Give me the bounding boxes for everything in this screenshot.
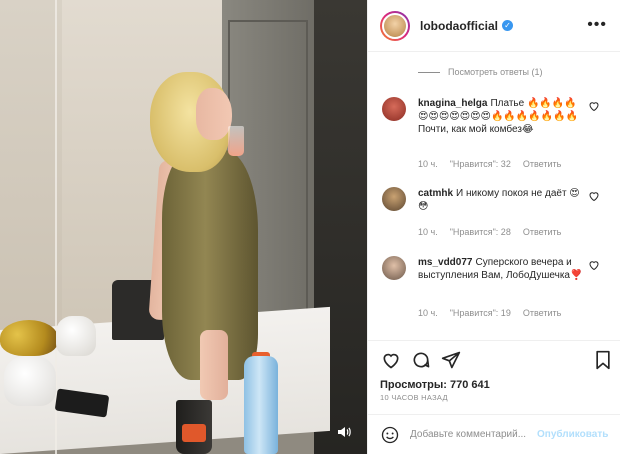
comment-body: catmhk И никому покоя не даёт 😍😳 — [418, 187, 586, 213]
comment-time: 10 ч. — [418, 227, 438, 237]
commenter-avatar[interactable] — [382, 187, 406, 211]
comment-username[interactable]: catmhk — [418, 188, 453, 199]
comment-meta: 10 ч. "Нравится": 32 Ответить — [418, 159, 561, 169]
views-count[interactable]: Просмотры: 770 641 — [380, 379, 490, 391]
share-icon[interactable] — [440, 349, 462, 371]
comment-likes[interactable]: "Нравится": 19 — [450, 308, 511, 318]
comment-likes[interactable]: "Нравится": 28 — [450, 227, 511, 237]
comment-reply-button[interactable]: Ответить — [523, 159, 561, 169]
drink-glass — [228, 126, 244, 156]
teapot — [4, 356, 56, 406]
comment-body: knagina_helga Платье 🔥🔥🔥🔥😍😍😍😍😍😍😍🔥🔥🔥🔥🔥🔥🔥По… — [418, 97, 586, 136]
comment-reply-button[interactable]: Ответить — [523, 308, 561, 318]
view-replies-link[interactable]: Посмотреть ответы (1) — [418, 67, 543, 77]
comment-reply-button[interactable]: Ответить — [523, 227, 561, 237]
heart-icon[interactable] — [380, 349, 402, 371]
volume-icon[interactable] — [333, 424, 355, 440]
comment-input[interactable] — [410, 429, 535, 440]
post-side-panel: lobodaofficial ✓ ••• Посмотреть ответы (… — [367, 0, 620, 454]
comment-like-heart-icon[interactable] — [588, 258, 600, 271]
publish-button[interactable]: Опубликовать — [537, 429, 608, 440]
commenter-avatar[interactable] — [382, 256, 406, 280]
post-actions: Просмотры: 770 641 — [368, 340, 620, 400]
commenter-avatar[interactable] — [382, 97, 406, 121]
comment-time: 10 ч. — [418, 308, 438, 318]
comment-likes[interactable]: "Нравится": 32 — [450, 159, 511, 169]
teapot-back — [56, 316, 96, 356]
view-replies-label: Посмотреть ответы (1) — [448, 67, 543, 77]
verified-badge-icon: ✓ — [502, 20, 513, 31]
comment-like-heart-icon[interactable] — [588, 99, 600, 112]
comment-icon[interactable] — [410, 349, 432, 371]
bookmark-icon[interactable] — [592, 349, 614, 371]
comments-list: Посмотреть ответы (1) knagina_helga Плать… — [368, 53, 620, 340]
comment-time: 10 ч. — [418, 159, 438, 169]
comment-meta: 10 ч. "Нравится": 28 Ответить — [418, 227, 561, 237]
post-timestamp[interactable]: 10 ЧАСОВ НАЗАД — [380, 393, 448, 402]
author-username[interactable]: lobodaofficial — [420, 19, 498, 33]
author-avatar[interactable] — [382, 12, 408, 39]
water-bottle — [244, 356, 278, 454]
author-avatar-ring[interactable] — [380, 10, 410, 41]
fruit-bowl — [0, 320, 58, 356]
post-header: lobodaofficial ✓ ••• — [368, 0, 620, 52]
comment-username[interactable]: ms_vdd077 — [418, 257, 472, 268]
more-options-icon[interactable]: ••• — [587, 16, 607, 34]
comment-meta: 10 ч. "Нравится": 19 Ответить — [418, 308, 561, 318]
background-wall — [0, 0, 62, 330]
replies-dash — [418, 71, 440, 73]
cup-print — [182, 424, 206, 442]
add-comment-bar: Опубликовать — [368, 414, 620, 454]
person-leg — [200, 330, 228, 400]
comment-username[interactable]: knagina_helga — [418, 98, 487, 109]
person-face — [196, 88, 232, 140]
comment-like-heart-icon[interactable] — [588, 189, 600, 202]
smiley-icon[interactable] — [380, 425, 400, 445]
comment-body: ms_vdd077 Суперского вечера и выступления… — [418, 256, 586, 282]
post-media[interactable] — [0, 0, 367, 454]
